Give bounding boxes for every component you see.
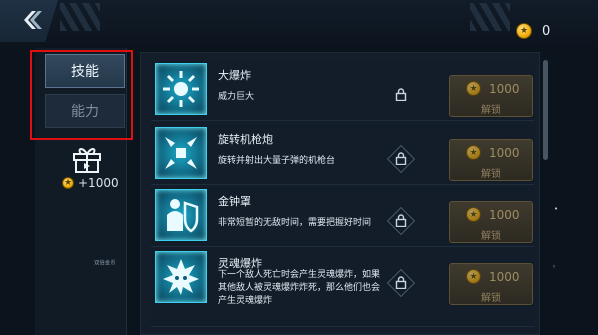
rotating-turret-icon	[155, 127, 207, 179]
skill-description: 非常短暂的无敌时间，需要把握好时间	[218, 218, 372, 228]
lock-icon	[383, 77, 419, 113]
category-sidebar: 技能 能力	[35, 48, 127, 335]
coin-display: 0	[516, 19, 550, 43]
skill-name: 金钟罩	[218, 195, 251, 208]
reward-label: +1000	[78, 176, 119, 190]
unlock-price: 1000	[489, 81, 520, 96]
unlock-price: 1000	[489, 145, 520, 160]
skill-row: 金钟罩 非常短暂的无敌时间，需要把握好时间 1000 解锁	[151, 187, 534, 247]
double-coin-label: 双倍金币	[94, 259, 116, 267]
skill-name: 旋转机枪炮	[218, 133, 273, 146]
back-arrow-icon	[24, 11, 42, 29]
unlock-label: 解锁	[481, 105, 501, 116]
header-decoration	[470, 3, 510, 31]
coin-icon	[466, 269, 481, 284]
coin-count: 0	[542, 23, 551, 39]
unlock-price: 1000	[489, 269, 520, 284]
gift-icon[interactable]	[72, 145, 102, 177]
tab-skill[interactable]: 技能	[45, 54, 125, 88]
skill-row: 旋转机枪炮 旋转并射出大量子弹的机枪台 1000 解锁	[151, 125, 534, 185]
coin-icon	[62, 177, 74, 189]
unlock-label: 解锁	[481, 231, 501, 242]
skill-row: 大爆炸 威力巨大 1000 解锁	[151, 61, 534, 121]
lock-icon	[383, 203, 419, 239]
unlock-price: 1000	[489, 207, 520, 222]
soul-explosion-icon	[155, 251, 207, 303]
big-explosion-icon	[155, 63, 207, 115]
edge-indicator-icon: ◦	[552, 263, 557, 271]
unlock-button[interactable]: 1000 解锁	[449, 139, 533, 181]
scrollbar[interactable]	[543, 60, 548, 160]
shield-icon	[155, 189, 207, 241]
header-decoration	[60, 3, 100, 31]
unlock-button[interactable]: 1000 解锁	[449, 75, 533, 117]
coin-icon	[466, 81, 481, 96]
coin-icon	[516, 23, 532, 39]
skill-name: 大爆炸	[218, 69, 251, 82]
lock-icon	[383, 141, 419, 177]
edge-dot-icon: •	[554, 205, 559, 213]
unlock-label: 解锁	[481, 293, 501, 304]
coin-icon	[466, 145, 481, 160]
unlock-button[interactable]: 1000 解锁	[449, 263, 533, 305]
skill-description: 旋转并射出大量子弹的机枪台	[218, 156, 336, 166]
coin-icon	[466, 207, 481, 222]
tab-ability[interactable]: 能力	[45, 94, 125, 128]
unlock-button[interactable]: 1000 解锁	[449, 201, 533, 243]
back-button[interactable]	[0, 0, 58, 42]
skill-description: 威力巨大	[218, 92, 255, 102]
top-bar: 0	[0, 0, 598, 48]
lock-icon	[383, 265, 419, 301]
skill-description: 下一个敌人死亡时会产生灵魂爆炸，如果其他敌人被灵魂爆炸炸死，那么他们也会产生灵魂…	[218, 270, 381, 306]
skill-list[interactable]: 大爆炸 威力巨大 1000 解锁 旋转机枪炮	[140, 52, 540, 335]
skill-row: 灵魂爆炸 下一个敌人死亡时会产生灵魂爆炸，如果其他敌人被灵魂爆炸炸死，那么他们也…	[151, 249, 534, 327]
unlock-label: 解锁	[481, 169, 501, 180]
reward-amount: +1000	[62, 176, 119, 190]
